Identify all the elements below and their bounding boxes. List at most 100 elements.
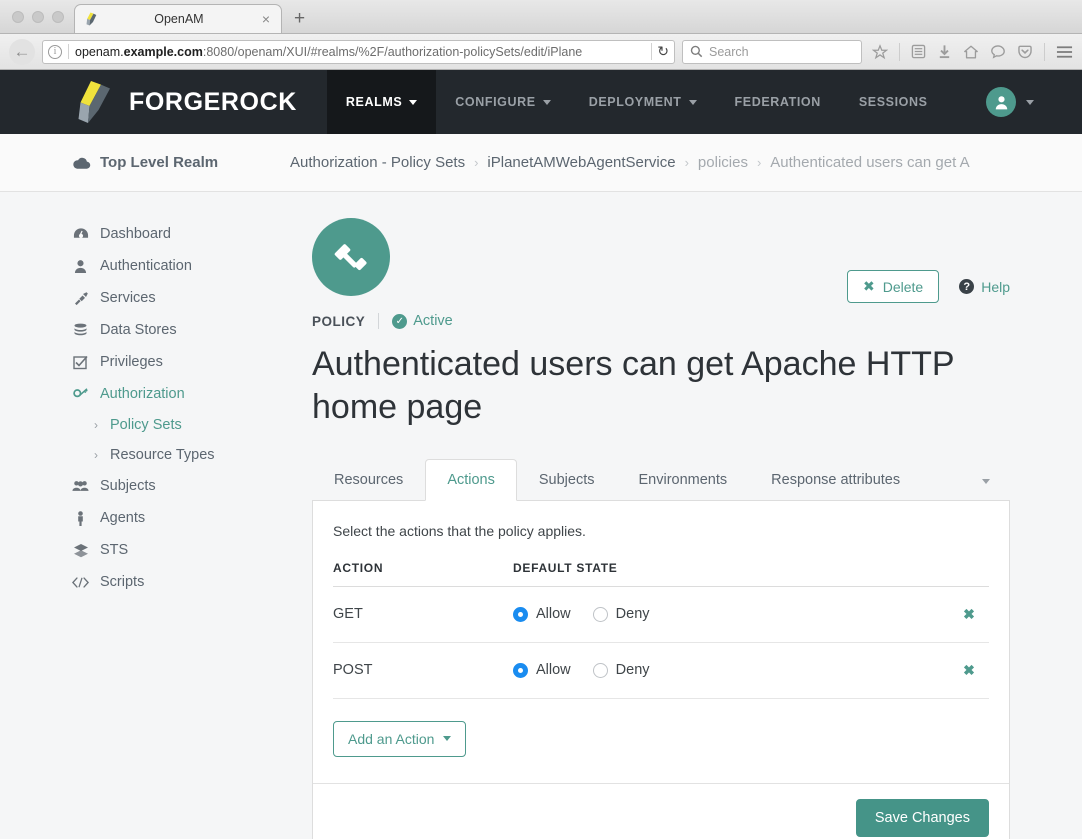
- sidebar-item-privileges[interactable]: Privileges: [0, 346, 290, 378]
- new-tab-button[interactable]: +: [282, 9, 315, 33]
- sidebar-item-policy-sets[interactable]: › Policy Sets: [0, 410, 290, 440]
- breadcrumb-separator-icon: ›: [474, 155, 479, 170]
- actions-table: ACTION DEFAULT STATE GET Allow Deny ✖ PO…: [333, 560, 989, 699]
- chevron-right-icon: ›: [94, 448, 98, 462]
- toolbar-divider: [899, 42, 900, 61]
- user-avatar-icon[interactable]: [986, 87, 1016, 117]
- sidebar-item-label: Data Stores: [100, 322, 177, 338]
- back-button-icon[interactable]: ←: [9, 38, 35, 65]
- chevron-down-icon[interactable]: [1026, 99, 1034, 105]
- agent-icon: [72, 510, 89, 526]
- help-link[interactable]: ? Help: [959, 279, 1010, 295]
- forgerock-logo[interactable]: FORGEROCK: [0, 79, 327, 125]
- nav-item-deployment[interactable]: DEPLOYMENT: [570, 70, 716, 134]
- sidebar-item-authentication[interactable]: Authentication: [0, 250, 290, 282]
- window-close-button[interactable]: [12, 11, 24, 23]
- sidebar-item-subjects[interactable]: Subjects: [0, 470, 290, 502]
- sidebar-item-dashboard[interactable]: Dashboard: [0, 218, 290, 250]
- sidebar-item-authorization[interactable]: Authorization: [0, 378, 290, 410]
- tab-resources[interactable]: Resources: [312, 459, 425, 501]
- browser-search-placeholder: Search: [709, 44, 749, 59]
- add-action-button[interactable]: Add an Action: [333, 720, 467, 757]
- breadcrumb-separator-icon: ›: [684, 155, 689, 170]
- tab-environments[interactable]: Environments: [617, 459, 750, 501]
- window-minimize-button[interactable]: [32, 11, 44, 23]
- table-header-row: ACTION DEFAULT STATE: [333, 560, 989, 587]
- action-name-cell: POST: [333, 642, 513, 699]
- breadcrumb-item-current: Authenticated users can get A: [770, 154, 970, 171]
- remove-action-button[interactable]: ✖: [963, 662, 975, 678]
- nav-item-federation[interactable]: FEDERATION: [716, 70, 840, 134]
- nav-item-realms[interactable]: REALMS: [326, 70, 437, 134]
- sidebar-item-services[interactable]: Services: [0, 282, 290, 314]
- sidebar-item-scripts[interactable]: Scripts: [0, 566, 290, 598]
- delete-button[interactable]: ✖ Delete: [847, 270, 940, 303]
- tab-response-attributes[interactable]: Response attributes: [749, 459, 922, 501]
- sidebar-item-label: Agents: [100, 510, 146, 526]
- remove-action-button[interactable]: ✖: [963, 606, 975, 622]
- top-nav-menu: REALMS CONFIGURE DEPLOYMENT FEDERATION S…: [326, 70, 947, 134]
- tab-subjects[interactable]: Subjects: [517, 459, 617, 501]
- tab-actions[interactable]: Actions: [425, 458, 517, 501]
- radio-allow-post[interactable]: Allow: [513, 662, 571, 678]
- radio-button-off-icon[interactable]: [592, 662, 608, 678]
- window-traffic-lights[interactable]: [0, 11, 74, 33]
- chat-icon[interactable]: [990, 44, 1006, 60]
- breadcrumb-separator-icon: ›: [756, 155, 762, 170]
- sidebar-item-label: Dashboard: [100, 226, 171, 242]
- downloads-icon[interactable]: [937, 44, 952, 59]
- browser-tab-bar: OpenAM × +: [0, 0, 1082, 34]
- address-bar[interactable]: i openam.example.com:8080/openam/XUI/#re…: [42, 39, 675, 64]
- tabs-overflow-button[interactable]: [962, 459, 1010, 501]
- stack-icon: [72, 543, 89, 558]
- radio-deny-get[interactable]: Deny: [592, 606, 650, 622]
- sidebar-item-data-stores[interactable]: Data Stores: [0, 314, 290, 346]
- radio-deny-post[interactable]: Deny: [592, 662, 650, 679]
- sidebar-item-sts[interactable]: STS: [0, 534, 290, 566]
- pocket-icon[interactable]: [1017, 44, 1033, 60]
- sidebar-item-label: STS: [100, 542, 129, 558]
- radio-deny-label: Deny: [615, 662, 650, 679]
- table-row: GET Allow Deny ✖: [333, 586, 989, 643]
- close-tab-icon[interactable]: ×: [259, 12, 273, 26]
- forgerock-favicon-icon: [83, 11, 99, 27]
- radio-allow-get[interactable]: Allow: [513, 606, 571, 622]
- breadcrumb-item-policies[interactable]: policies: [698, 154, 748, 171]
- top-nav-user-area[interactable]: [986, 87, 1082, 117]
- nav-item-configure[interactable]: CONFIGURE: [436, 70, 569, 134]
- browser-tab-title: OpenAM: [154, 12, 204, 26]
- browser-tab[interactable]: OpenAM ×: [74, 4, 282, 33]
- sidebar-item-resource-types[interactable]: › Resource Types: [0, 440, 290, 470]
- library-icon[interactable]: [911, 44, 926, 59]
- radio-button-on-icon[interactable]: [513, 606, 528, 622]
- url-prefix: openam.: [75, 44, 124, 59]
- realm-selector[interactable]: Top Level Realm: [0, 154, 290, 171]
- check-circle-icon: ✓: [392, 313, 408, 329]
- browser-search-box[interactable]: Search: [682, 39, 862, 64]
- forgerock-brand-text: FORGEROCK: [129, 87, 297, 116]
- star-icon[interactable]: [872, 43, 888, 60]
- chevron-down-icon: [443, 736, 452, 742]
- radio-button-off-icon[interactable]: [592, 606, 608, 622]
- radio-group-post: Allow Deny: [513, 662, 949, 678]
- nav-item-sessions[interactable]: SESSIONS: [840, 70, 947, 134]
- sidebar-subitem-label: Policy Sets: [110, 417, 182, 433]
- save-changes-button[interactable]: Save Changes: [855, 798, 989, 837]
- reload-icon[interactable]: ↻: [651, 43, 669, 60]
- question-circle-icon: ?: [959, 279, 975, 294]
- breadcrumb-item-policy-set[interactable]: iPlanetAMWebAgentService: [487, 154, 675, 171]
- column-header-remove: [949, 560, 989, 587]
- code-icon: [72, 576, 89, 589]
- policy-type-label: POLICY: [312, 313, 366, 329]
- checkbox-icon: [72, 355, 89, 370]
- window-maximize-button[interactable]: [52, 11, 64, 23]
- breadcrumb-item-policy-sets[interactable]: Authorization - Policy Sets: [290, 154, 465, 171]
- hamburger-menu-icon[interactable]: [1056, 45, 1073, 59]
- url-path: :8080/openam/XUI/#realms/%2F/authorizati…: [202, 44, 583, 59]
- site-info-icon[interactable]: i: [48, 44, 62, 59]
- default-state-cell: Allow Deny: [513, 642, 949, 699]
- main-content: ✖ Delete ? Help POLICY ✓ Active Authenti…: [290, 192, 1082, 839]
- radio-button-on-icon[interactable]: [513, 662, 528, 678]
- home-icon[interactable]: [963, 44, 979, 60]
- sidebar-item-agents[interactable]: Agents: [0, 502, 290, 534]
